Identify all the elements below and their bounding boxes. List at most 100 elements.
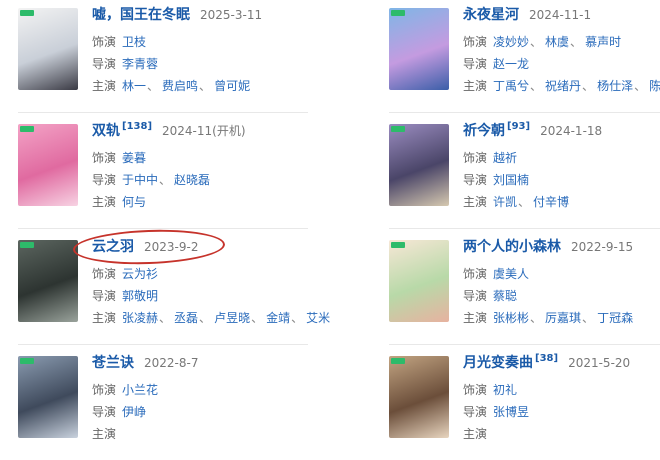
reference-link[interactable]: [138] [122,121,152,132]
names: 小兰花 [122,381,159,398]
director-line: 导演 蔡聪 [463,286,518,304]
role-label: 饰演 [92,266,117,281]
role-label: 主演 [92,194,117,209]
names: 于中中、 赵晓磊 [122,171,211,188]
drama-card: 祈今朝 [93] 2024-1-18 饰演 越祈 导演 刘国楠 主演 许凯、 付辛博 [389,121,660,228]
starring-line: 主演 何与 [92,192,147,210]
role-label: 导演 [92,56,117,71]
role-label: 饰演 [463,382,488,397]
drama-title-link[interactable]: 永夜星河 [463,4,519,24]
divider [18,344,308,345]
poster-image[interactable] [18,8,78,90]
title-row: 苍兰诀 2022-8-7 [92,352,198,374]
starring-line: 主演 林一、 费启鸣、 曾可妮 [92,76,251,94]
title-row: 双轨 [138] 2024-11(开机) [92,120,246,142]
platform-tag [391,358,405,364]
platform-tag [20,126,34,132]
person-link[interactable]: 赵晓磊 [174,173,210,187]
starring-line: 主演 张凌赫、 丞磊、 卢昱晓、 金靖、 艾米 [92,308,331,326]
poster-image[interactable] [389,8,449,90]
poster-image[interactable] [18,240,78,322]
role-label: 导演 [92,288,117,303]
release-date: 2024-11(开机) [162,124,246,138]
person-link[interactable]: 姜暮 [122,151,146,165]
person-link[interactable]: 费启鸣 [162,79,198,93]
person-link[interactable]: 越祈 [493,151,517,165]
person-link[interactable]: 卫枝 [122,35,146,49]
starring-line: 主演 [463,424,493,442]
person-link[interactable]: 郭敬明 [122,289,158,303]
names: 张博昱 [493,403,530,420]
person-link[interactable]: 蔡聪 [493,289,517,303]
person-link[interactable]: 许凯 [493,195,517,209]
role-label: 主演 [92,310,117,325]
person-link[interactable]: 李青蓉 [122,57,158,71]
drama-title-link[interactable]: 祈今朝 [463,120,505,140]
role-label: 导演 [463,172,488,187]
poster-image[interactable] [18,124,78,206]
person-link[interactable]: 丞磊 [174,311,198,325]
separator: 、 [518,194,531,209]
poster-image[interactable] [389,124,449,206]
poster-image[interactable] [389,240,449,322]
starring-line: 主演丁禹兮、祝绪丹、杨仕泽、陈都灵 [463,76,660,94]
person-link[interactable]: 付辛博 [533,195,569,209]
drama-card: 嘘，国王在冬眠 2025-3-11 饰演 卫枝 导演 李青蓉 主演 林一、 费启鸣、 曾可妮 [18,7,308,112]
reference-link[interactable]: [38] [535,353,558,364]
title-row: 嘘，国王在冬眠 2025-3-11 [92,4,262,26]
drama-title-link[interactable]: 双轨 [92,120,120,140]
person-link[interactable]: 祝绪丹 [545,79,581,93]
person-link[interactable]: 云为衫 [122,267,158,281]
platform-tag [391,10,405,16]
role-label: 主演 [463,194,488,209]
drama-title-link[interactable]: 嘘，国王在冬眠 [92,4,190,24]
person-link[interactable]: 虞美人 [493,267,529,281]
divider [389,228,660,229]
person-link[interactable]: 曾可妮 [214,79,250,93]
person-link[interactable]: 陈都灵 [649,79,660,93]
divider [18,112,308,113]
role-label: 饰演 [92,34,117,49]
role-label: 主演 [92,426,117,441]
person-link[interactable]: 小兰花 [122,383,158,397]
person-link[interactable]: 林虞 [545,35,569,49]
person-link[interactable]: 张凌赫 [122,311,158,325]
cast-line: 饰演 卫枝 [92,32,147,50]
person-link[interactable]: 张彬彬 [493,311,529,325]
role-label: 导演 [463,288,488,303]
person-link[interactable]: 丁禹兮 [493,79,529,93]
role-label: 主演 [463,78,488,93]
separator: 、 [199,310,212,325]
platform-tag [391,126,405,132]
person-link[interactable]: 艾米 [306,311,330,325]
person-link[interactable]: 何与 [122,195,146,209]
person-link[interactable]: 杨仕泽 [597,79,633,93]
drama-title-link[interactable]: 月光变奏曲 [463,352,533,372]
person-link[interactable]: 金靖 [266,311,290,325]
person-link[interactable]: 刘国楠 [493,173,529,187]
names: 张凌赫、 丞磊、 卢昱晓、 金靖、 艾米 [122,309,331,326]
starring-line: 主演 许凯、 付辛博 [463,192,570,210]
person-link[interactable]: 于中中 [122,173,158,187]
person-link[interactable]: 赵一龙 [493,57,529,71]
director-line: 导演 张博昱 [463,402,530,420]
cast-line: 饰演 小兰花 [92,380,159,398]
separator: 、 [582,78,595,93]
drama-title-link[interactable]: 两个人的小森林 [463,236,561,256]
role-label: 主演 [92,78,117,93]
separator: 、 [530,78,543,93]
reference-link[interactable]: [93] [507,121,530,132]
person-link[interactable]: 初礼 [493,383,517,397]
person-link[interactable]: 丁冠森 [597,311,633,325]
person-link[interactable]: 慕声时 [585,35,621,49]
person-link[interactable]: 卢昱晓 [214,311,250,325]
person-link[interactable]: 厉嘉琪 [545,311,581,325]
poster-image[interactable] [18,356,78,438]
release-date: 2021-5-20 [568,356,631,370]
names: 云为衫 [122,265,159,282]
person-link[interactable]: 凌妙妙 [493,35,529,49]
drama-title-link[interactable]: 苍兰诀 [92,352,134,372]
poster-image[interactable] [389,356,449,438]
role-label: 饰演 [92,150,117,165]
person-link[interactable]: 林一 [122,79,146,93]
